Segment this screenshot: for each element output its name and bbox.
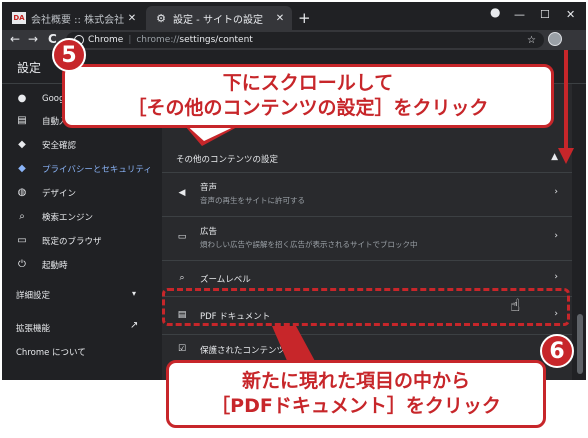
chevron-right-icon: › — [554, 231, 558, 241]
url-path: settings/content — [179, 35, 253, 45]
content-settings-panel: その他のコンテンツの設定 ▲ ◀ 音声 音声の再生をサイトに許可する › ▭ 広… — [162, 84, 572, 380]
sidebar-item-default-browser[interactable]: ▭ 既定のブラウザ — [2, 230, 154, 252]
forward-button[interactable]: → — [28, 32, 38, 46]
sidebar-item-label: デザイン — [42, 189, 77, 199]
tab-company-profile[interactable]: DA 会社概要 :: 株式会社デジタルアドバ ✕ — [4, 6, 144, 30]
step6-line-2: ［PDFドキュメント］をクリック — [211, 395, 501, 417]
content-scrollbar[interactable] — [574, 84, 586, 380]
sidebar-item-appearance[interactable]: ◍ デザイン — [2, 182, 154, 204]
row-title: 音声 — [200, 183, 218, 193]
sidebar-item-label: プライバシーとセキュリティ — [42, 165, 152, 175]
row-title: 広告 — [200, 227, 218, 237]
back-button[interactable]: ← — [10, 32, 20, 46]
sidebar-advanced[interactable]: 詳細設定 — [16, 289, 50, 301]
palette-icon: ◍ — [17, 187, 27, 198]
scrollbar-thumb[interactable] — [577, 314, 583, 374]
maximize-button[interactable]: ☐ — [540, 8, 550, 21]
zoom-icon: ⌕ — [179, 273, 185, 283]
close-tab-icon[interactable]: ✕ — [272, 13, 288, 24]
sidebar-item-label: 既定のブラウザ — [42, 237, 102, 247]
tab-strip: DA 会社概要 :: 株式会社デジタルアドバ ✕ ⚙ 設定 - サイトの設定 ✕… — [2, 2, 586, 30]
site-favicon-icon: DA — [12, 12, 26, 24]
chevron-down-icon: ▾ — [132, 289, 137, 298]
external-link-icon: ↗ — [130, 320, 139, 331]
new-tab-button[interactable]: + — [298, 9, 311, 27]
chevron-up-icon[interactable]: ▲ — [551, 152, 558, 162]
close-tab-icon[interactable]: ✕ — [124, 13, 140, 24]
step5-line-2: ［その他のコンテンツの設定］をクリック — [127, 97, 489, 119]
step6-callout: 新たに現れた項目の中から ［PDFドキュメント］をクリック — [166, 360, 546, 428]
sidebar-item-on-startup[interactable]: ⏻ 起動時 — [2, 254, 154, 276]
step6-line-1: 新たに現れた項目の中から — [241, 370, 470, 392]
person-icon: ● — [17, 93, 27, 104]
row-subtitle: 煩わしい広告や誤解を招く広告が表示されるサイトでブロック中 — [200, 240, 418, 249]
power-icon: ⏻ — [18, 259, 26, 270]
sidebar-item-search-engine[interactable]: ⌕ 検索エンジン — [2, 206, 154, 228]
sidebar-about-chrome[interactable]: Chrome について — [16, 346, 86, 358]
search-icon: ⌕ — [19, 211, 25, 222]
pdf-row-highlight — [162, 288, 570, 326]
chevron-right-icon: › — [554, 187, 558, 197]
browser-toolbar: ← → C Chrome | chrome://settings/content… — [2, 30, 586, 50]
sidebar-item-privacy[interactable]: ◆ プライバシーとセキュリティ — [2, 158, 154, 180]
list-item-ads[interactable]: ▭ 広告 煩わしい広告や誤解を招く広告が表示されるサイトでブロック中 › — [162, 216, 572, 260]
avatar[interactable] — [548, 32, 562, 46]
chevron-right-icon: › — [554, 272, 558, 282]
sidebar-item-label: 起動時 — [42, 261, 68, 271]
row-title: 保護されたコンテンツ — [200, 346, 286, 356]
sidebar-item-safety-check[interactable]: ◆ 安全確認 — [2, 134, 154, 156]
shield-icon: ◆ — [18, 139, 26, 150]
screenshot-frame: DA 会社概要 :: 株式会社デジタルアドバ ✕ ⚙ 設定 - サイトの設定 ✕… — [0, 0, 588, 438]
gear-icon: ⚙ — [156, 11, 166, 25]
clipboard-icon: ▤ — [17, 115, 27, 126]
additional-content-settings-header[interactable]: その他のコンテンツの設定 — [176, 153, 278, 165]
row-subtitle: 音声の再生をサイトに許可する — [200, 196, 305, 205]
bookmark-star-icon[interactable]: ☆ — [527, 35, 536, 46]
step5-line-1: 下にスクロールして — [222, 72, 394, 94]
sidebar-extensions[interactable]: 拡張機能 — [16, 322, 50, 334]
tab-title: 会社概要 :: 株式会社デジタルアドバ — [31, 14, 124, 26]
protected-content-icon: ☑ — [177, 344, 187, 354]
settings-sidebar: ● Google ▤ 自動入力 ◆ 安全確認 ◆ プライバシーとセキュリティ ◍… — [2, 84, 154, 380]
step6-badge: 6 — [540, 334, 574, 368]
minimize-button[interactable]: — — [514, 8, 525, 21]
speaker-icon: ◀ — [178, 188, 186, 198]
shield-lock-icon: ◆ — [18, 163, 26, 174]
page-title: 設定 — [17, 61, 42, 75]
sidebar-item-label: 検索エンジン — [42, 213, 94, 223]
url-scheme: chrome:// — [136, 35, 180, 45]
profile-dot-icon[interactable]: ● — [490, 5, 500, 19]
step5-callout: 下にスクロールして ［その他のコンテンツの設定］をクリック — [62, 64, 554, 128]
tab-title: 設定 - サイトの設定 — [173, 14, 263, 26]
list-item-sound[interactable]: ◀ 音声 音声の再生をサイトに許可する › — [162, 172, 572, 216]
chrome-label: Chrome — [88, 35, 124, 45]
ad-icon: ▭ — [177, 232, 187, 242]
row-title: ズームレベル — [200, 275, 251, 285]
address-bar[interactable]: Chrome | chrome://settings/content ☆ — [66, 32, 544, 48]
browser-icon: ▭ — [17, 235, 27, 246]
sidebar-item-label: 安全確認 — [42, 141, 77, 151]
step5-badge: 5 — [52, 38, 86, 72]
close-window-button[interactable]: ✕ — [566, 8, 575, 21]
url-separator: | — [128, 35, 132, 45]
tab-settings[interactable]: ⚙ 設定 - サイトの設定 ✕ — [146, 6, 292, 30]
